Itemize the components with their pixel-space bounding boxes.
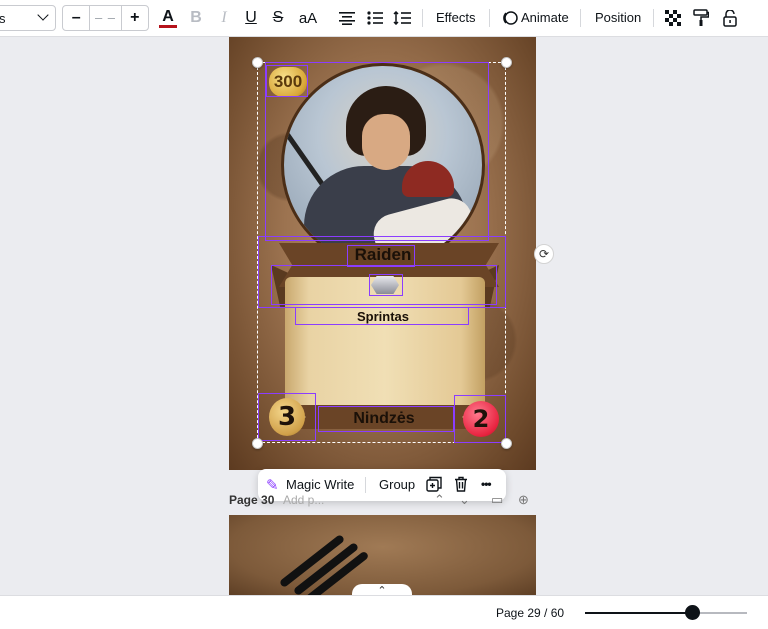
align-center-button[interactable] [338,7,356,29]
underline-button[interactable]: U [243,7,259,29]
unlock-icon [723,9,737,27]
samurai-portrait-image[interactable] [281,63,485,267]
bullet-list-button[interactable] [366,7,384,29]
align-center-icon [339,12,355,25]
position-button[interactable]: Position [595,10,641,25]
text-color-swatch [159,24,177,28]
attack-coin[interactable]: 3 [269,398,305,436]
font-size-stepper[interactable]: – – – + [62,5,149,31]
add-page-icon[interactable]: ⊕ [518,492,529,508]
animate-button[interactable]: Animate [521,10,569,25]
status-bar: Page 29 / 60 [0,595,768,629]
group-button[interactable]: Group [379,477,415,492]
letter-case-button[interactable]: aA [297,7,319,29]
paint-roller-icon [693,9,709,26]
resize-handle-top-left[interactable] [252,57,263,68]
effects-button[interactable]: Effects [436,10,476,25]
parchment-scroll[interactable] [285,277,485,427]
zoom-slider[interactable] [585,605,747,620]
page-count-button[interactable]: Page 29 / 60 [496,606,564,620]
resize-handle-bottom-right[interactable] [501,438,512,449]
design-page-card[interactable]: 300 Raiden Sprintas Nindzės 3 2 [229,37,536,470]
zoom-slider-knob[interactable] [684,605,700,620]
context-divider [365,477,366,493]
page-title-input[interactable]: Add p... [283,493,324,507]
zoom-slider-fill [585,612,692,614]
more-options-button[interactable]: ••• [481,477,492,491]
animate-icon [501,7,519,29]
transparency-icon [665,10,681,26]
bold-button[interactable]: B [188,7,204,29]
resize-handle-bottom-left[interactable] [252,438,263,449]
toolbar-divider [489,9,490,27]
page-header: Page 30 Add p... ⌃ ⌄ ▭ ⊕ [229,492,536,510]
paint-roller-button[interactable] [692,7,710,29]
delete-page-icon[interactable]: ▭ [491,492,503,508]
rank-gem-icon[interactable] [371,276,399,294]
magic-write-button[interactable]: Magic Write [286,477,354,492]
increase-font-size-button[interactable]: + [122,9,148,27]
page-number-label: Page 30 [229,493,275,507]
page-down-icon[interactable]: ⌄ [459,492,470,508]
line-spacing-button[interactable] [393,7,411,29]
font-size-input[interactable]: – – [89,6,122,30]
resize-handle-top-right[interactable] [501,57,512,68]
duplicate-icon [426,476,442,492]
rotate-handle-icon[interactable]: ⟳ [534,244,554,264]
editor-toolbar: s – – – + A B I U S aA Effects Animate P… [0,0,768,37]
card-class-text[interactable]: Sprintas [297,309,469,325]
card-name-text[interactable]: Raiden [348,245,418,267]
page-up-icon[interactable]: ⌃ [434,492,445,508]
lock-button[interactable] [721,7,739,29]
italic-button[interactable]: I [216,7,232,29]
strikethrough-button[interactable]: S [270,7,286,29]
trash-icon [455,476,467,492]
portrait-face [362,114,410,170]
line-spacing-icon [393,11,411,25]
font-family-dropdown[interactable]: s [0,5,56,31]
next-page-canvas[interactable] [229,515,536,595]
decrease-font-size-button[interactable]: – [63,9,89,27]
font-family-value: s [0,10,6,26]
transparency-button[interactable] [664,7,682,29]
cost-coin[interactable]: 300 [269,67,307,97]
toolbar-divider [653,9,654,27]
toolbar-divider [580,9,581,27]
text-color-icon: A [162,7,174,25]
card-type-text[interactable]: Nindzės [341,410,427,428]
text-color-button[interactable]: A [158,7,178,29]
bullet-list-icon [367,11,383,25]
chevron-down-icon [37,9,49,21]
toolbar-divider [422,9,423,27]
health-coin[interactable]: 2 [463,401,499,437]
